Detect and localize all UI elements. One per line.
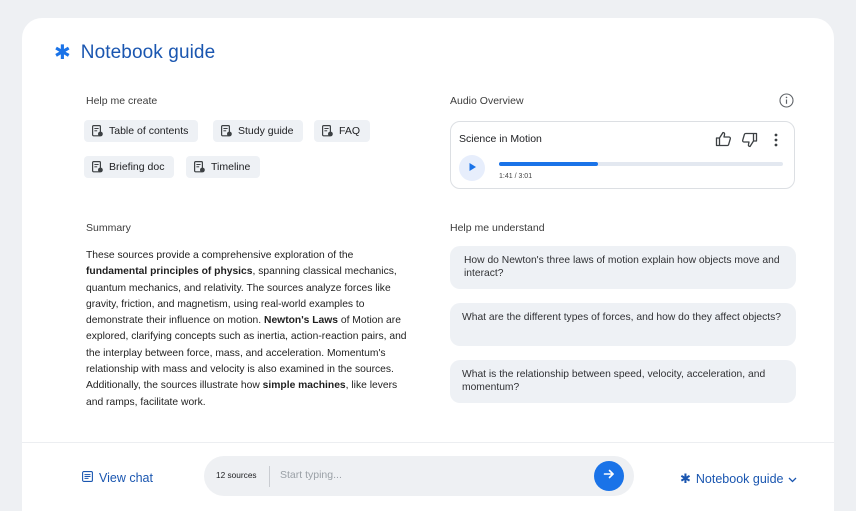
notebook-guide-toggle[interactable]: ✱ Notebook guide [680, 471, 797, 487]
study-guide-button[interactable]: Study guide [213, 120, 304, 142]
help-me-create-label: Help me create [86, 95, 158, 107]
play-button[interactable] [459, 155, 485, 181]
document-icon [322, 125, 333, 137]
view-chat-label: View chat [99, 471, 153, 485]
chip-label: Briefing doc [109, 161, 165, 173]
timeline-button[interactable]: Timeline [186, 156, 261, 178]
send-button[interactable] [594, 461, 624, 491]
briefing-doc-button[interactable]: Briefing doc [84, 156, 175, 178]
chevron-down-icon [788, 472, 797, 486]
document-icon [194, 161, 205, 173]
audio-player: Science in Motion 1:41 / 3:01 [450, 121, 795, 189]
chat-input-bar: 12 sources Start typing... [204, 456, 634, 496]
summary-bold-text: fundamental principles of physics [86, 266, 253, 278]
chat-input[interactable]: Start typing... [280, 469, 342, 481]
summary-text: These sources provide a comprehensive ex… [86, 248, 410, 411]
suggested-question[interactable]: What are the different types of forces, … [450, 303, 796, 346]
divider [22, 442, 834, 443]
faq-button[interactable]: FAQ [314, 120, 371, 142]
table-of-contents-button[interactable]: Table of contents [84, 120, 199, 142]
chip-label: Study guide [238, 125, 294, 137]
more-vertical-icon[interactable] [769, 130, 783, 150]
header: ✱ Notebook guide [54, 42, 215, 64]
sources-count[interactable]: 12 sources [216, 470, 257, 480]
chip-label: Timeline [211, 161, 251, 173]
notebook-guide-panel: ✱ Notebook guide Help me create Table of… [22, 18, 834, 511]
input-divider [269, 466, 270, 487]
chip-label: Table of contents [109, 125, 189, 137]
page-title: Notebook guide [80, 42, 216, 63]
audio-title: Science in Motion [459, 133, 542, 145]
summary-bold-text: simple machines [262, 380, 346, 392]
document-icon [221, 125, 232, 137]
summary-label: Summary [86, 222, 131, 234]
thumbs-up-icon[interactable] [713, 129, 733, 149]
sparkle-icon: ✱ [680, 471, 691, 486]
audio-overview-label: Audio Overview [450, 95, 524, 107]
view-chat-button[interactable]: View chat [82, 471, 153, 485]
info-icon[interactable] [778, 92, 794, 108]
help-me-understand-label: Help me understand [450, 222, 545, 234]
audio-progress-bar[interactable] [499, 162, 783, 166]
summary-bold-text: Newton's Laws [264, 315, 338, 327]
sparkle-icon: ✱ [54, 42, 71, 64]
thumbs-down-icon[interactable] [739, 130, 759, 150]
summary-text-part: These sources provide a comprehensive ex… [86, 250, 354, 261]
play-icon [468, 159, 477, 177]
document-icon [92, 161, 103, 173]
chat-icon [82, 471, 93, 485]
document-icon [92, 125, 103, 137]
suggested-question[interactable]: What is the relationship between speed, … [450, 360, 796, 403]
audio-time: 1:41 / 3:01 [499, 173, 533, 180]
arrow-right-icon [603, 467, 615, 485]
chip-label: FAQ [339, 125, 361, 137]
suggested-question[interactable]: How do Newton's three laws of motion exp… [450, 246, 796, 289]
notebook-guide-label: Notebook guide [695, 472, 784, 486]
audio-progress-fill [499, 162, 599, 166]
